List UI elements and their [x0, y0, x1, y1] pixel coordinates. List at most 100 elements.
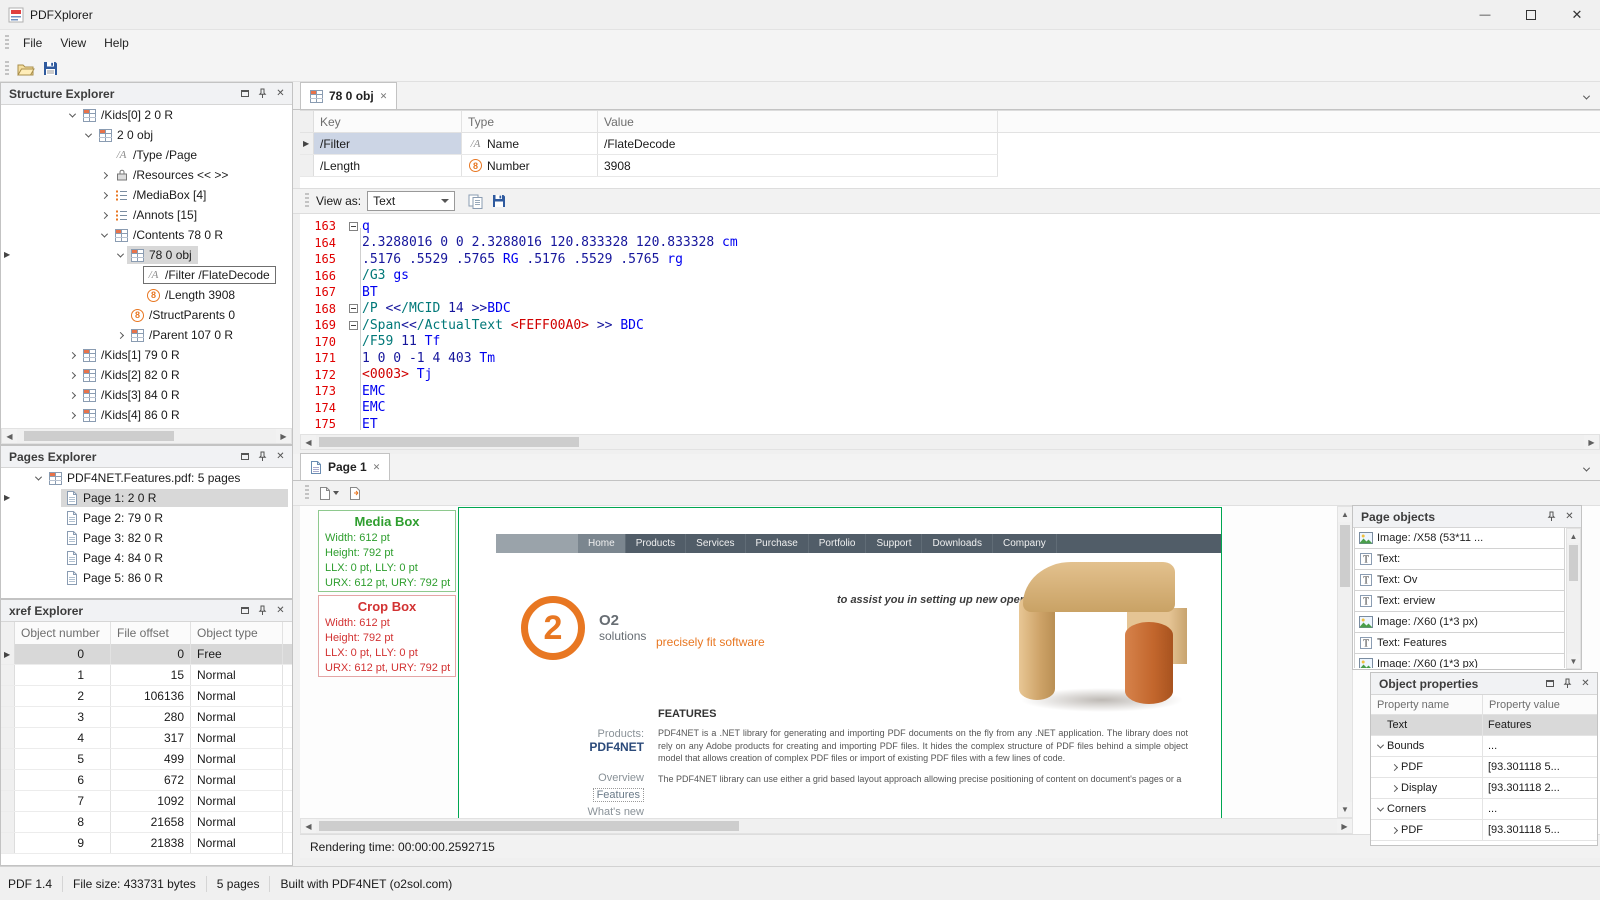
structure-tree-item[interactable]: /MediaBox [4]	[1, 185, 292, 205]
open-button[interactable]	[14, 58, 38, 80]
property-value-cell[interactable]: [93.301118 2...	[1483, 782, 1597, 794]
structure-tree-item[interactable]: 8/StructParents 0	[1, 305, 292, 325]
menu-file[interactable]: File	[14, 33, 51, 53]
pin-icon[interactable]	[1559, 675, 1576, 692]
tree-expander-icon[interactable]	[1387, 828, 1401, 833]
copy-stream-button[interactable]	[463, 190, 487, 212]
nav-item-downloads[interactable]: Downloads	[921, 534, 991, 553]
page-object-item[interactable]: TText:	[1354, 549, 1565, 570]
close-button[interactable]: ✕	[1554, 0, 1600, 30]
tree-expander-icon[interactable]	[1373, 744, 1387, 749]
close-panel-icon[interactable]: ✕	[272, 602, 289, 619]
nav-item-portfolio[interactable]: Portfolio	[808, 534, 866, 553]
xref-table-row[interactable]: 6672Normal	[1, 770, 292, 791]
structure-tree-item[interactable]: /Parent 107 0 R	[1, 325, 292, 345]
tree-expander-icon[interactable]	[97, 193, 111, 198]
tree-expander-icon[interactable]	[1387, 765, 1401, 770]
tree-expander-icon[interactable]	[65, 353, 79, 358]
structure-tree-item[interactable]: /Kids[2] 82 0 R	[1, 365, 292, 385]
page-object-item[interactable]: TText: erview	[1354, 591, 1565, 612]
property-value-cell[interactable]: ...	[1483, 740, 1597, 752]
structure-tree-item[interactable]: /Kids[4] 86 0 R	[1, 405, 292, 425]
scroll-left-icon[interactable]: ◀	[2, 429, 17, 443]
property-row[interactable]: PDF[93.301118 5...	[1371, 820, 1597, 841]
tree-expander-icon[interactable]	[81, 133, 95, 138]
code-line[interactable]: 170/F59 11 Tf	[300, 334, 1600, 351]
code-line[interactable]: 167BT	[300, 284, 1600, 301]
tab-78-0-obj[interactable]: 78 0 obj ✕	[300, 82, 397, 109]
property-row[interactable]: Bounds...	[1371, 736, 1597, 757]
nav-item-purchase[interactable]: Purchase	[745, 534, 808, 553]
page-object-item[interactable]: TText: Ov	[1354, 570, 1565, 591]
structure-tree-item[interactable]: /Kids[1] 79 0 R	[1, 345, 292, 365]
scroll-left-icon[interactable]: ◀	[301, 435, 316, 449]
rendered-page-preview[interactable]: HomeProductsServicesPurchasePortfolioSup…	[458, 507, 1222, 834]
fold-collapse-icon[interactable]	[349, 321, 358, 330]
scroll-right-icon[interactable]: ▶	[1584, 435, 1599, 449]
tree-expander-icon[interactable]	[97, 213, 111, 218]
tree-expander-icon[interactable]	[65, 373, 79, 378]
column-header[interactable]: Property name	[1371, 695, 1483, 714]
scroll-down-icon[interactable]: ▼	[1338, 802, 1352, 817]
pin-icon[interactable]	[1543, 508, 1560, 525]
property-name-cell[interactable]: Display	[1371, 778, 1483, 798]
property-name-cell[interactable]: Corners	[1371, 799, 1483, 819]
kv-value-cell[interactable]: /FlateDecode	[598, 133, 998, 154]
preview-link-overview[interactable]: Overview	[598, 772, 644, 784]
structure-tree-item[interactable]: /Kids[3] 84 0 R	[1, 385, 292, 405]
scroll-up-icon[interactable]: ▲	[1567, 529, 1580, 543]
scroll-thumb[interactable]	[24, 431, 174, 441]
pin-icon[interactable]	[254, 85, 271, 102]
tab-close-icon[interactable]: ✕	[373, 462, 381, 473]
maximize-button[interactable]	[1508, 0, 1554, 30]
menu-help[interactable]: Help	[95, 33, 138, 53]
pages-tree-item[interactable]: Page 4: 84 0 R	[1, 548, 292, 568]
property-value-cell[interactable]: Features	[1483, 719, 1597, 731]
property-row[interactable]: TextFeatures	[1371, 715, 1597, 736]
pages-tree-item[interactable]: Page 3: 82 0 R	[1, 528, 292, 548]
page-object-item[interactable]: Image: /X60 (1*3 px)	[1354, 654, 1565, 668]
column-header[interactable]: File offset	[111, 622, 191, 644]
structure-hscrollbar[interactable]: ◀ ▶	[1, 428, 292, 444]
maximize-panel-icon[interactable]	[1541, 675, 1558, 692]
tab-list-dropdown-icon[interactable]	[1578, 90, 1594, 104]
scroll-thumb[interactable]	[1340, 525, 1350, 587]
code-line[interactable]: 175ET	[300, 416, 1600, 433]
preview-hscrollbar[interactable]: ◀ ▶	[300, 818, 1353, 834]
page-object-item[interactable]: Image: /X58 (53*11 ...	[1354, 528, 1565, 549]
property-name-cell[interactable]: Bounds	[1371, 736, 1483, 756]
scroll-up-icon[interactable]: ▲	[1338, 507, 1352, 522]
pages-tree-item[interactable]: Page 2: 79 0 R	[1, 508, 292, 528]
menu-view[interactable]: View	[51, 33, 95, 53]
page-object-item[interactable]: Image: /X60 (1*3 px)	[1354, 612, 1565, 633]
structure-tree-item[interactable]: 2 0 obj	[1, 125, 292, 145]
tab-page-1[interactable]: Page 1 ✕	[300, 453, 390, 480]
kv-table-row[interactable]: /Length8Number3908	[300, 155, 998, 177]
render-options-button[interactable]	[314, 482, 344, 504]
column-header[interactable]: Property value	[1483, 695, 1597, 714]
nav-item-products[interactable]: Products	[625, 534, 685, 553]
scroll-left-icon[interactable]: ◀	[301, 819, 316, 833]
content-stream-editor[interactable]: 163q1642.3288016 0 0 2.3288016 120.83332…	[300, 214, 1600, 434]
save-button[interactable]	[38, 58, 62, 80]
nav-item-home[interactable]: Home	[578, 534, 625, 553]
tab-list-dropdown-icon[interactable]	[1578, 462, 1594, 476]
column-header[interactable]: Value	[598, 111, 998, 132]
preview-vscrollbar[interactable]: ▲ ▼	[1337, 506, 1353, 818]
tree-expander-icon[interactable]	[97, 233, 111, 238]
tab-close-icon[interactable]: ✕	[380, 91, 388, 102]
column-header[interactable]: Key	[314, 111, 462, 132]
code-line[interactable]: 169/Span<</ActualText <FEFF00A0> >> BDC	[300, 317, 1600, 334]
code-line[interactable]: 173EMC	[300, 383, 1600, 400]
tree-expander-icon[interactable]	[97, 173, 111, 178]
scroll-thumb[interactable]	[319, 821, 739, 831]
maximize-panel-icon[interactable]	[236, 85, 253, 102]
code-line[interactable]: 1711 0 0 -1 4 403 Tm	[300, 350, 1600, 367]
maximize-panel-icon[interactable]	[236, 448, 253, 465]
property-value-cell[interactable]: ...	[1483, 803, 1597, 815]
pages-tree-item[interactable]: Page 5: 86 0 R	[1, 568, 292, 588]
code-line[interactable]: 168/P <</MCID 14 >>BDC	[300, 301, 1600, 318]
nav-item-services[interactable]: Services	[685, 534, 744, 553]
page-object-item[interactable]: TText: Features	[1354, 633, 1565, 654]
tree-expander-icon[interactable]	[31, 476, 45, 481]
